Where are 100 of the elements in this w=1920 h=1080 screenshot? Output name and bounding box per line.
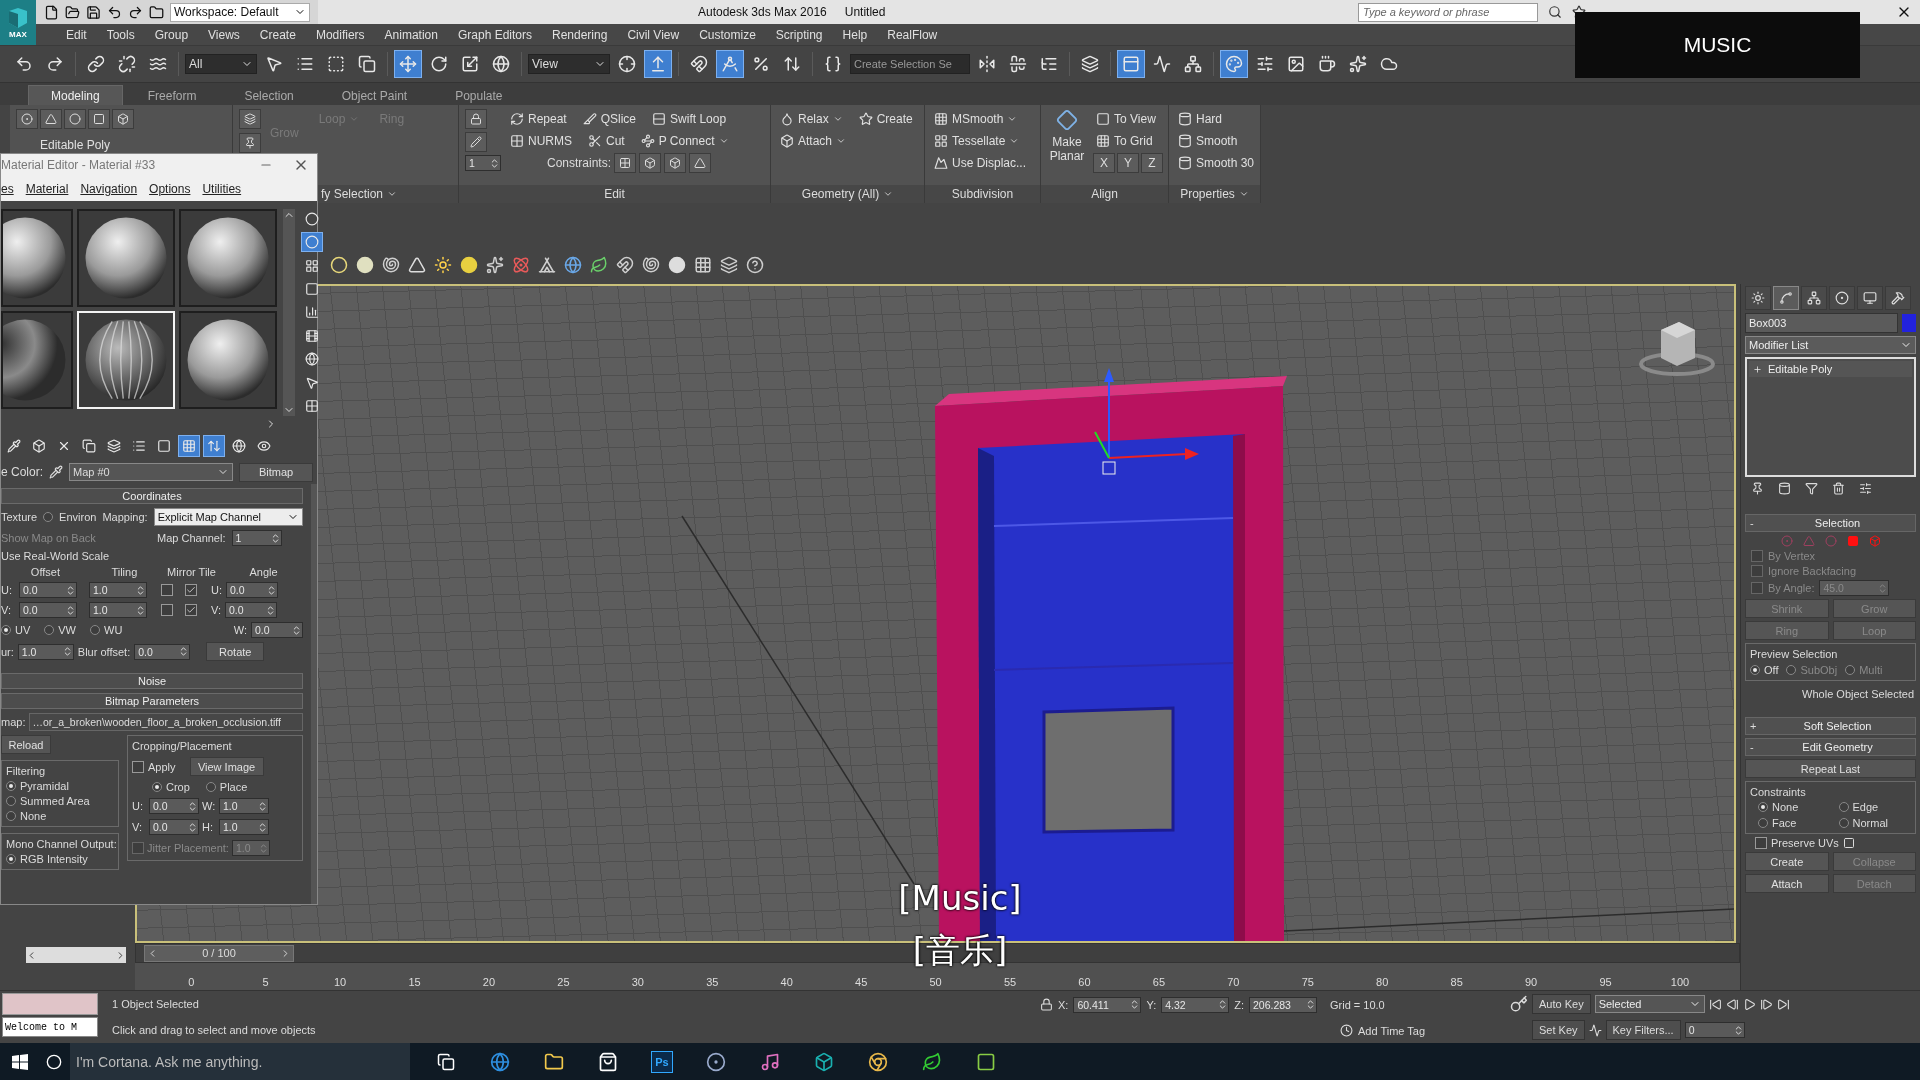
app-logo[interactable]: MAX [0,0,36,45]
rollout-header[interactable]: Coordinates [1,488,303,504]
menu-item[interactable]: Civil View [617,24,690,45]
number-field[interactable]: 0.0 [149,819,199,835]
ribbon-button[interactable]: Create [855,109,916,129]
workspace-dropdown[interactable]: Workspace: Default [170,2,310,22]
blur-offset-field[interactable]: 0.0 [134,643,191,660]
panel-button[interactable]: Create [1745,852,1829,871]
search-field[interactable]: Type a keyword or phrase [1358,2,1538,22]
menu-item[interactable]: Edit [56,24,97,45]
menu-item[interactable]: Views [198,24,250,45]
tiling-field[interactable]: 1.0 [89,602,147,618]
number-field[interactable]: 1.0 [219,819,269,835]
rollout-title: Selection [1813,517,1862,529]
axis-button[interactable]: Y [1117,153,1139,173]
rotate-button[interactable]: Rotate [206,642,265,661]
coordinate-field[interactable]: 4.32 [1161,996,1230,1013]
menu-item[interactable]: Modifiers [305,24,375,45]
rollout-header[interactable]: - Selection [1745,514,1916,532]
tiling-field[interactable]: 1.0 [89,582,147,598]
menu-item[interactable]: Rendering [542,24,618,45]
ribbon-button[interactable]: P Connect [637,131,732,151]
menu-item[interactable]: Tools [96,24,145,45]
reload-button[interactable]: Reload [1,735,51,754]
ribbon-button[interactable]: QSlice [579,109,640,129]
step-field[interactable]: 1 [465,155,501,171]
angle-field[interactable]: 0.0 [251,622,303,638]
ribbon-tab[interactable]: Modeling [28,85,123,105]
ribbon-tab[interactable]: Freeform [124,85,220,105]
ribbon-button[interactable]: Repeat [507,109,570,129]
ribbon-button[interactable]: Editable Poly [16,135,134,155]
ribbon-tab[interactable]: Selection [221,85,317,105]
menu-item[interactable]: Options [149,181,198,196]
axis-button[interactable]: Z [1141,153,1163,173]
set-key-button[interactable]: Set Key [1532,1020,1585,1040]
mapping-dropdown[interactable]: Explicit Map Channel [153,508,303,526]
menu-item[interactable]: Navigation [80,181,145,196]
number-field[interactable]: 1.0 [219,798,269,814]
named-selection-field[interactable]: Create Selection Se [850,54,970,74]
auto-key-button[interactable]: Auto Key [1532,994,1591,1014]
repeat-last-button[interactable]: Repeat Last [1745,759,1916,778]
rollout-header[interactable]: Noise [1,673,303,689]
ribbon-button[interactable]: Cut [585,131,628,151]
key-filters-button[interactable]: Key Filters... [1605,1020,1681,1040]
menu-item[interactable]: RealFlow [877,24,948,45]
menu-item[interactable]: Scripting [765,24,833,45]
modifier-list-dropdown[interactable]: Modifier List [1745,336,1916,354]
key-mode-dropdown[interactable]: Selected [1594,995,1705,1013]
number-field[interactable]: 0.0 [149,798,199,814]
rollout-header[interactable]: Bitmap Parameters [1,693,303,709]
menu-item[interactable]: Animation [374,24,448,45]
ribbon-button[interactable]: Tessellate [931,131,1030,151]
ribbon-button[interactable]: NURMS [507,131,575,151]
ribbon-button[interactable]: Hard [1175,109,1258,129]
selection-filter-dropdown[interactable]: All [185,54,257,74]
script-listener-field[interactable]: Welcome to M [2,1017,98,1037]
angle-field[interactable]: 0.0 [225,602,277,618]
object-name-field[interactable]: Box003 [1745,313,1898,333]
map-dropdown[interactable]: Map #0 [69,463,233,481]
ribbon-button[interactable]: Smooth [1175,131,1258,151]
make-planar-button[interactable]: Make Planar [1046,133,1088,165]
angle-field[interactable]: 0.0 [226,582,278,598]
panel-button[interactable]: Attach [1745,874,1829,893]
menu-item[interactable]: Utilities [202,181,249,196]
coordinate-field[interactable]: 60.411 [1073,996,1142,1013]
menu-item[interactable]: es [1,181,21,196]
coordinate-system-dropdown[interactable]: View [528,54,610,74]
current-frame-field[interactable]: 0 [1684,1022,1745,1038]
menu-item[interactable]: Material [25,181,76,196]
ribbon-button[interactable]: Attach [777,131,850,151]
map-type-button[interactable]: Bitmap [239,462,313,482]
ribbon-button[interactable]: MSmooth [931,109,1030,129]
coordinate-field[interactable]: 206.283 [1249,996,1317,1013]
ribbon-button[interactable]: Smooth 30 [1175,153,1258,173]
time-slider-thumb[interactable]: 0 / 100 [144,944,294,962]
rollout-header[interactable]: - Edit Geometry [1745,738,1916,756]
stack-item[interactable]: Editable Poly [1749,361,1912,377]
offset-field[interactable]: 0.0 [19,602,77,618]
menu-item[interactable]: Create [249,24,306,45]
axis-button[interactable]: X [1093,153,1115,173]
ribbon-button[interactable]: To View [1093,109,1163,129]
menu-item[interactable]: Group [144,24,199,45]
ribbon-button[interactable]: Use Displac... [931,153,1030,173]
cortana-search-field[interactable]: I'm Cortana. Ask me anything. [70,1043,410,1080]
map-channel-field[interactable]: 1 [231,530,282,546]
ribbon-tab[interactable]: Populate [432,85,526,105]
view-image-button[interactable]: View Image [189,757,264,776]
ribbon-button[interactable]: To Grid [1093,131,1163,151]
bitmap-path-button[interactable]: …or_a_broken\wooden_floor_a_broken_occlusion.tiff [29,713,303,731]
blur-field[interactable]: 1.0 [17,643,74,660]
photoshop-icon[interactable]: Ps [651,1050,673,1073]
ribbon-button[interactable]: Swift Loop [649,109,730,129]
offset-field[interactable]: 0.0 [19,582,77,598]
menu-item[interactable]: Customize [689,24,766,45]
menu-item[interactable]: Graph Editors [447,24,542,45]
rollout-header[interactable]: + Soft Selection [1745,717,1916,735]
ribbon-button[interactable]: Relax [777,109,846,129]
ribbon-tab[interactable]: Object Paint [318,85,431,105]
grid-size: Grid = 10.0 [1330,998,1385,1011]
menu-item[interactable]: Help [832,24,878,45]
